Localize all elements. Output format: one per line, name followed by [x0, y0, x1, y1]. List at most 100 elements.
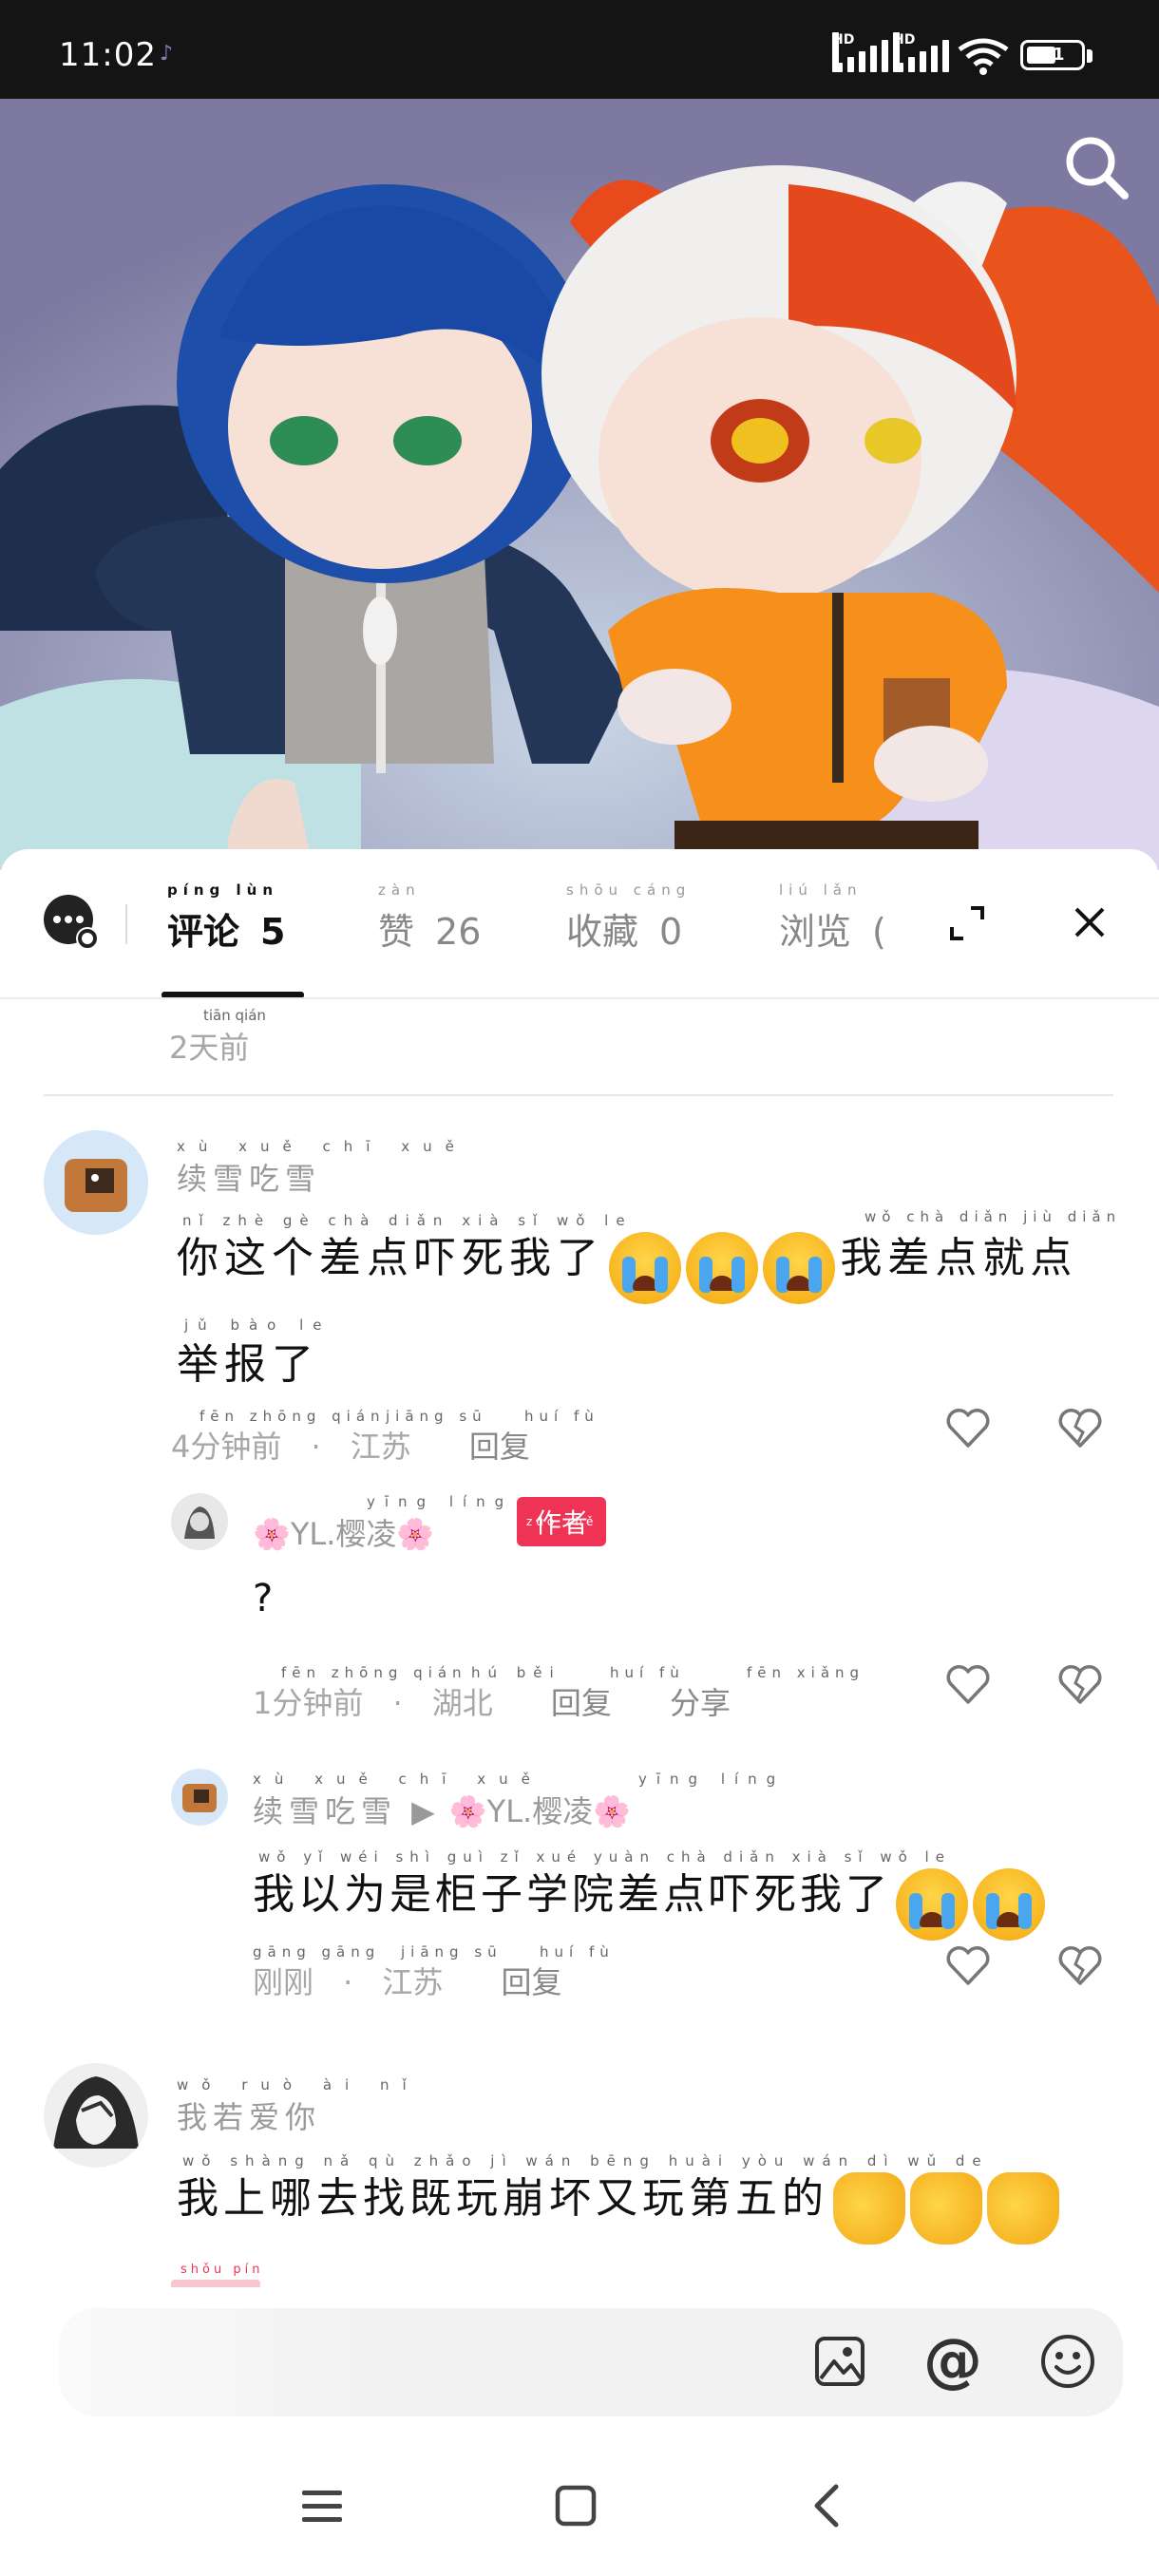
tab-count: 26 — [435, 911, 482, 953]
reply-author[interactable]: yīng líng 🌸YL.樱凌🌸 — [253, 1493, 504, 1552]
crying-emoji-icon — [686, 1231, 759, 1304]
image-icon[interactable] — [813, 2335, 866, 2388]
reply-avatar[interactable] — [171, 1769, 228, 1826]
post-photo[interactable] — [0, 99, 1159, 870]
avatar[interactable] — [44, 1130, 148, 1235]
comment-line-1-tail: 我差点就点 — [840, 1234, 1078, 1282]
pinyin: huí fù — [524, 1408, 599, 1425]
reply-meta: gāng gāng 刚刚 · jiāng sū 江苏 huí fù 回复 — [253, 1943, 615, 2000]
header-divider — [0, 997, 1159, 999]
author-name: 续雪吃雪 — [253, 1793, 398, 1829]
pinyin: xù xuě chī xuě — [177, 1138, 467, 1155]
tab-separator — [125, 904, 127, 944]
heart-hands-emoji-icon — [987, 2171, 1060, 2245]
tab-label: 浏览 — [779, 911, 852, 953]
comment-settings-icon[interactable] — [40, 893, 103, 952]
tab-pinyin: shōu cáng — [566, 881, 692, 899]
reply-location: 江苏 — [382, 1964, 444, 2000]
comment-author[interactable]: wǒ ruò ài nǐ 我若爱你 — [177, 2076, 407, 2135]
status-bar: 11:02 ♪ HD HD 51 — [0, 0, 1159, 99]
battery-cap — [1087, 49, 1092, 63]
signal-icon-1: HD — [832, 32, 889, 76]
comment-divider — [44, 1094, 1113, 1096]
time-text: 2天前 — [169, 1030, 250, 1066]
tab-views[interactable]: liú lǎn 浏览 ( — [779, 881, 886, 959]
tab-likes[interactable]: zàn 赞 26 — [378, 881, 482, 959]
comment-line-2: 举报了 — [177, 1340, 319, 1389]
close-icon[interactable] — [1074, 906, 1106, 938]
tab-favorites[interactable]: shōu cáng 收藏 0 — [566, 881, 685, 959]
status-time: 11:02 — [59, 36, 157, 74]
reply-meta: fēn zhōng qián 1分钟前 · hú běi 湖北 huí fù 回… — [253, 1664, 865, 1721]
reply-button[interactable]: 回复 — [501, 1964, 561, 2000]
pinyin: wǒ ruò ài nǐ — [177, 2076, 420, 2093]
tab-label: 评论 — [167, 911, 240, 953]
smile-icon[interactable] — [1039, 2333, 1096, 2390]
wifi-icon — [958, 38, 1009, 75]
pinyin: jiāng sū — [401, 1943, 503, 1960]
pinyin: yīng líng — [638, 1771, 786, 1788]
tab-pinyin: píng lùn — [167, 881, 279, 899]
search-icon[interactable] — [1062, 133, 1129, 199]
back-icon[interactable] — [809, 2483, 844, 2529]
pinyin: huí fù — [610, 1664, 685, 1681]
reply-avatar[interactable] — [171, 1493, 228, 1550]
tab-comments[interactable]: píng lùn 评论 5 — [167, 881, 286, 959]
expand-icon[interactable] — [948, 904, 986, 942]
pinyin: jǔ bào le — [184, 1316, 332, 1334]
reply-location: 湖北 — [431, 1685, 493, 1721]
comment-author[interactable]: xù xuě chī xuě 续雪吃雪 — [177, 1138, 454, 1197]
pinyin: fēn xiǎng — [747, 1664, 865, 1681]
comment-input-field[interactable] — [59, 2308, 372, 2416]
pinyin: wǒ chà diǎn jiù diǎn — [864, 1208, 1122, 1225]
tab-pinyin: zàn — [378, 881, 421, 899]
comment-meta: fēn zhōng qián 4分钟前 · jiāng sū 江苏 huí fù… — [171, 1408, 599, 1465]
crying-emoji-icon — [609, 1231, 682, 1304]
reply-text: ? — [253, 1577, 279, 1620]
crying-emoji-icon — [896, 1867, 969, 1941]
share-button[interactable]: 分享 — [670, 1685, 731, 1721]
comment-text-body: 我上哪去找既玩崩坏又玩第五的 — [177, 2174, 828, 2223]
comment-line-1: 你这个差点吓死我了 — [177, 1234, 604, 1282]
dislike-broken-heart-icon[interactable] — [1056, 1660, 1104, 1708]
dislike-broken-heart-icon[interactable] — [1056, 1941, 1104, 1989]
reply-time: 1分钟前 — [253, 1685, 364, 1721]
signal-icon-2: HD — [893, 32, 950, 76]
tab-label: 收藏 — [566, 911, 639, 953]
tab-count: ( — [872, 911, 886, 953]
reply-button[interactable]: 回复 — [469, 1429, 530, 1465]
pinyin: hú běi — [471, 1664, 561, 1681]
pinyin: tiān qián — [203, 1007, 266, 1024]
comment-location: 江苏 — [350, 1429, 411, 1465]
pinyin: fēn zhōng qián — [200, 1408, 386, 1425]
pinyin: gāng gāng — [253, 1943, 381, 1960]
avatar-image — [44, 1130, 148, 1235]
reply-button[interactable]: 回复 — [551, 1685, 612, 1721]
reply-to-name[interactable]: 🌸YL.樱凌🌸 — [449, 1793, 631, 1829]
home-icon[interactable] — [555, 2485, 597, 2527]
author-name: 我若爱你 — [177, 2099, 322, 2135]
battery-icon: 51 — [1020, 40, 1085, 70]
like-heart-icon[interactable] — [944, 1660, 992, 1708]
heart-hands-emoji-icon — [910, 2171, 983, 2245]
reply-time: 刚刚 — [253, 1964, 314, 2000]
battery-level: 51 — [1040, 45, 1065, 65]
pinyin: huí fù — [540, 1943, 615, 1960]
comment-text-line-2: jǔ bào le 举报了 — [177, 1316, 322, 1389]
pinyin: fēn zhōng qián — [281, 1664, 467, 1681]
tiktok-notification-icon: ♪ — [160, 42, 174, 66]
menu-icon[interactable] — [300, 2487, 344, 2525]
like-heart-icon[interactable] — [944, 1404, 992, 1451]
mention-button[interactable]: @ — [923, 2325, 982, 2395]
avatar-image — [171, 1493, 228, 1550]
dislike-broken-heart-icon[interactable] — [1056, 1404, 1104, 1451]
avatar-image — [44, 2063, 148, 2168]
heart-hands-emoji-icon — [833, 2171, 906, 2245]
tab-label: 赞 — [378, 911, 415, 953]
pinyin: zuò zhě — [526, 1515, 598, 1528]
avatar[interactable] — [44, 2063, 148, 2168]
tab-count: 5 — [260, 911, 286, 953]
like-heart-icon[interactable] — [944, 1941, 992, 1989]
pinyin: shǒu píng — [180, 2263, 260, 2277]
reply-author[interactable]: xù xuě chī xuě 续雪吃雪 ▶ yīng líng 🌸YL.樱凌🌸 — [253, 1771, 775, 1829]
